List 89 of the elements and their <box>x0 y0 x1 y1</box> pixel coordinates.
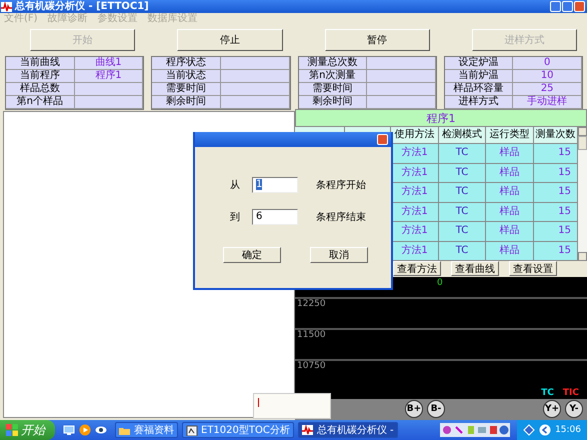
info-value <box>220 70 290 83</box>
info-label: 样品环容量 <box>444 83 514 96</box>
view-button[interactable]: 查看曲线 <box>451 261 499 276</box>
info-value <box>367 70 436 83</box>
input-field[interactable]: 6 <box>252 209 298 225</box>
column-header: 测量次数 <box>534 127 578 144</box>
scroll-thumb[interactable] <box>578 136 587 150</box>
info-label: 需要时间 <box>152 83 221 96</box>
info-label: 测量总次数 <box>298 57 368 70</box>
info-label: 需要时间 <box>298 83 368 96</box>
info-label: 当前状态 <box>152 70 221 83</box>
info-label: 当前炉温 <box>444 70 514 83</box>
axis-label: 10750 <box>296 361 327 372</box>
zoom-button[interactable]: B+ <box>405 400 423 418</box>
table-cell: 样品 <box>486 183 534 202</box>
info-value: 25 <box>513 83 582 96</box>
info-label: 当前曲线 <box>6 57 75 70</box>
axis-label: 11500 <box>296 330 327 341</box>
zoom-button[interactable]: B- <box>427 400 445 418</box>
waveform-icon <box>302 424 314 436</box>
dialog-button[interactable]: 取消 <box>310 247 368 263</box>
column-header: 检测模式 <box>439 127 486 144</box>
legend-label: TIC <box>562 388 579 398</box>
table-cell: TC <box>439 183 486 202</box>
info-value <box>367 57 436 70</box>
info-value <box>74 83 144 96</box>
scroll-down-icon[interactable] <box>578 252 587 261</box>
info-value: 曲线1 <box>74 57 144 70</box>
column-header: 运行类型 <box>486 127 534 144</box>
field-label: 从 <box>230 178 241 192</box>
clock: 15:06 <box>555 425 581 435</box>
minimize-button[interactable] <box>550 1 561 12</box>
table-cell: 样品 <box>486 222 534 242</box>
info-label: 剩余时间 <box>152 96 221 109</box>
table-cell: TC <box>439 222 486 242</box>
windows-logo-icon <box>6 424 18 436</box>
info-label: 当前程序 <box>6 70 75 83</box>
info-value: 10 <box>513 70 582 83</box>
info-value <box>367 83 436 96</box>
info-label: 第n次测量 <box>298 70 368 83</box>
toolbar-button[interactable]: 停止 <box>177 29 282 51</box>
dialog-button[interactable]: 确定 <box>223 247 281 263</box>
field-label: 到 <box>230 211 241 224</box>
view-button[interactable]: 查看设置 <box>509 261 557 276</box>
restore-button[interactable] <box>562 1 573 12</box>
scrollbar[interactable] <box>578 127 587 261</box>
close-button[interactable] <box>574 1 585 12</box>
info-value <box>220 57 290 70</box>
input-field[interactable]: 1 <box>252 177 298 193</box>
info-label: 设定炉温 <box>444 57 514 70</box>
axis-label: 12250 <box>296 299 327 310</box>
toolbar-button[interactable]: 暂停 <box>324 29 430 51</box>
info-value <box>220 96 290 109</box>
eye-icon[interactable] <box>95 424 107 436</box>
view-button[interactable]: 查看方法 <box>393 261 441 276</box>
info-value: 程序1 <box>74 70 144 83</box>
table-cell: 样品 <box>486 164 534 183</box>
column-header: 使用方法 <box>391 127 439 144</box>
waveform-icon <box>1 2 12 12</box>
taskbar-button[interactable]: 赛福资料 <box>115 422 178 438</box>
desktop-icon[interactable] <box>63 424 75 436</box>
taskbar-button[interactable]: ET1020型TOC分析 <box>182 422 294 438</box>
info-label: 样品总数 <box>6 83 75 96</box>
table-cell: 样品 <box>486 202 534 222</box>
table-cell: 样品 <box>486 144 534 164</box>
info-label: 程序状态 <box>152 57 221 70</box>
network-icon[interactable] <box>523 424 536 436</box>
info-value: 0 <box>513 57 582 70</box>
field-label: 条程序开始 <box>316 178 366 192</box>
info-value <box>74 96 144 109</box>
info-label: 第n个样品 <box>6 96 75 109</box>
chart-marker-label: 0 <box>437 278 443 288</box>
info-value <box>220 83 290 96</box>
table-cell: TC <box>439 144 486 164</box>
field-label: 条程序结束 <box>316 210 366 224</box>
table-cell: TC <box>439 164 486 183</box>
taskbar-button[interactable]: 总有机碳分析仪 - <box>298 422 398 438</box>
media-player-icon[interactable] <box>79 424 91 436</box>
window-title: 总有机碳分析仪 - [ETTOC1] <box>15 0 149 12</box>
language-bar-drawing[interactable] <box>440 423 510 437</box>
legend-label: TC <box>541 388 554 398</box>
zoom-button[interactable]: Y+ <box>543 400 561 418</box>
close-button[interactable] <box>377 134 388 145</box>
program-title: 程序1 <box>295 109 587 127</box>
document-icon <box>186 424 198 436</box>
scroll-up-icon[interactable] <box>578 127 587 136</box>
table-cell: TC <box>439 202 486 222</box>
zoom-button[interactable]: Y- <box>565 400 583 418</box>
text-cursor <box>258 398 259 407</box>
